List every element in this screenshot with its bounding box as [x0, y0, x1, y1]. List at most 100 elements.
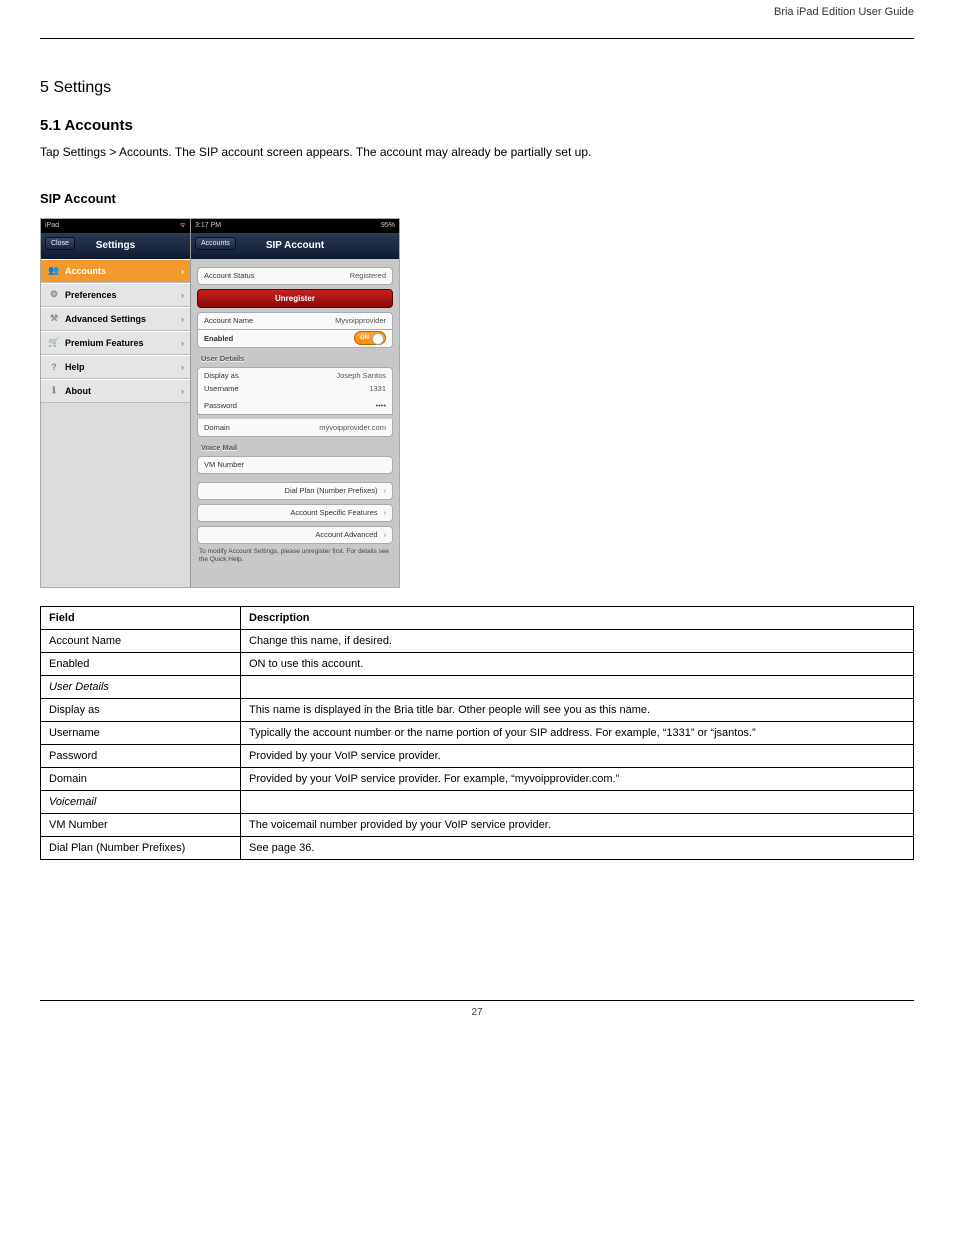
dial-plan-row[interactable]: Dial Plan (Number Prefixes) ›: [197, 482, 393, 500]
domain-label: Domain: [204, 423, 230, 432]
chevron-right-icon: ›: [181, 338, 184, 348]
toggle-knob: [372, 333, 384, 345]
detail-panel: 3:17 PM 95% Accounts SIP Account Account…: [191, 219, 399, 587]
table-row: Account NameChange this name, if desired…: [41, 629, 914, 652]
fields-table: Field Description Account NameChange thi…: [40, 606, 914, 860]
page-footer: 27: [40, 1000, 914, 1018]
table-row: UsernameTypically the account number or …: [41, 721, 914, 744]
description-cell: The voicemail number provided by your Vo…: [241, 813, 914, 836]
section-number: 5 Settings: [40, 79, 914, 97]
table-row: DomainProvided by your VoIP service prov…: [41, 767, 914, 790]
th-field: Field: [41, 606, 241, 629]
account-advanced-row[interactable]: Account Advanced ›: [197, 526, 393, 544]
sidebar-item-help[interactable]: ? Help ›: [41, 355, 190, 379]
chevron-right-icon: ›: [384, 486, 387, 495]
enabled-label: Enabled: [204, 334, 233, 343]
voicemail-header: Voice Mail: [201, 443, 391, 452]
account-advanced-label: Account Advanced: [315, 530, 377, 539]
domain-value: myvoipprovider.com: [319, 423, 386, 432]
sidebar-item-preferences[interactable]: ⚙ Preferences ›: [41, 283, 190, 307]
screenshot: iPad ᯤ Close Settings 👥Accounts›⚙Prefere…: [40, 218, 400, 588]
footnote-text: To modify Account Settings, please unreg…: [199, 548, 391, 564]
table-row: User Details: [41, 675, 914, 698]
sidebar-item-advanced-settings[interactable]: ⚒ Advanced Settings ›: [41, 307, 190, 331]
detail-title: SIP Account: [266, 240, 324, 251]
chevron-right-icon: ›: [181, 386, 184, 396]
preferences-icon: ⚙: [47, 289, 61, 300]
enabled-toggle[interactable]: ON: [354, 331, 386, 345]
field-cell: Domain: [41, 767, 241, 790]
description-cell: [241, 790, 914, 813]
chevron-right-icon: ›: [384, 508, 387, 517]
status-device: iPad: [45, 222, 59, 229]
help-icon: ?: [47, 362, 61, 372]
sidebar-item-label: Accounts: [65, 266, 106, 276]
chevron-right-icon: ›: [181, 266, 184, 276]
description-cell: Provided by your VoIP service provider.: [241, 744, 914, 767]
sidebar-item-label: Preferences: [65, 290, 117, 300]
sidebar-item-accounts[interactable]: 👥Accounts›: [41, 259, 190, 283]
th-description: Description: [241, 606, 914, 629]
account-name-label: Account Name: [204, 316, 253, 325]
chevron-right-icon: ›: [384, 530, 387, 539]
field-cell: Voicemail: [41, 790, 241, 813]
intro-paragraph: Tap Settings > Accounts. The SIP account…: [40, 144, 914, 161]
account-status-row: Account Status Registered: [197, 267, 393, 285]
account-name-row: Account Name Myvoipprovider: [197, 312, 393, 330]
doc-title: Bria iPad Edition User Guide: [774, 6, 914, 18]
description-cell: Change this name, if desired.: [241, 629, 914, 652]
account-name-value: Myvoipprovider: [335, 316, 386, 325]
sidebar-item-label: Help: [65, 362, 85, 372]
chevron-right-icon: ›: [181, 290, 184, 300]
sidebar-item-label: Advanced Settings: [65, 314, 146, 324]
display-as-label: Display as: [204, 371, 239, 380]
section-title: 5.1 Accounts: [40, 117, 914, 134]
account-status-value: Registered: [350, 271, 386, 280]
sidebar-list: 👥Accounts›⚙Preferences›⚒Advanced Setting…: [41, 259, 190, 403]
sidebar-item-label: Premium Features: [65, 338, 144, 348]
header-rule: [40, 38, 914, 39]
field-cell: Dial Plan (Number Prefixes): [41, 836, 241, 859]
settings-header: Close Settings: [41, 233, 190, 259]
username-row[interactable]: Username 1331: [197, 380, 393, 398]
field-cell: User Details: [41, 675, 241, 698]
close-button[interactable]: Close: [45, 237, 75, 250]
status-time: 3:17 PM: [195, 222, 221, 229]
field-cell: Enabled: [41, 652, 241, 675]
account-status-label: Account Status: [204, 271, 254, 280]
back-button[interactable]: Accounts: [195, 237, 236, 250]
table-row: Voicemail: [41, 790, 914, 813]
page-number: 27: [471, 1007, 482, 1018]
field-cell: VM Number: [41, 813, 241, 836]
chevron-right-icon: ›: [181, 314, 184, 324]
password-value: ••••: [375, 401, 386, 410]
dial-plan-label: Dial Plan (Number Prefixes): [285, 486, 378, 495]
sidebar-item-premium-features[interactable]: 🛒Premium Features›: [41, 331, 190, 355]
status-bar-left: iPad ᯤ: [41, 219, 190, 233]
table-row: EnabledON to use this account.: [41, 652, 914, 675]
status-bar-right: 3:17 PM 95%: [191, 219, 399, 233]
sub-heading: SIP Account: [40, 191, 914, 206]
table-row: Display asThis name is displayed in the …: [41, 698, 914, 721]
description-cell: Typically the account number or the name…: [241, 721, 914, 744]
account-features-label: Account Specific Features: [290, 508, 377, 517]
domain-row[interactable]: Domain myvoipprovider.com: [197, 419, 393, 437]
password-row[interactable]: Password ••••: [197, 397, 393, 415]
toggle-text: ON: [360, 335, 369, 341]
description-cell: [241, 675, 914, 698]
detail-header: Accounts SIP Account: [191, 233, 399, 259]
sidebar-item-label: About: [65, 386, 91, 396]
advanced-settings-icon: ⚒: [47, 313, 61, 324]
chevron-right-icon: ›: [181, 362, 184, 372]
table-row: VM NumberThe voicemail number provided b…: [41, 813, 914, 836]
unregister-button[interactable]: Unregister: [197, 289, 393, 308]
detail-content: Account Status Registered Unregister Acc…: [191, 259, 399, 587]
table-row: Dial Plan (Number Prefixes)See page 36.: [41, 836, 914, 859]
account-features-row[interactable]: Account Specific Features ›: [197, 504, 393, 522]
table-row: PasswordProvided by your VoIP service pr…: [41, 744, 914, 767]
settings-title: Settings: [96, 240, 135, 251]
sidebar-item-about[interactable]: ℹAbout›: [41, 379, 190, 403]
status-battery: 95%: [381, 222, 395, 229]
vm-number-row[interactable]: VM Number: [197, 456, 393, 474]
field-cell: Username: [41, 721, 241, 744]
